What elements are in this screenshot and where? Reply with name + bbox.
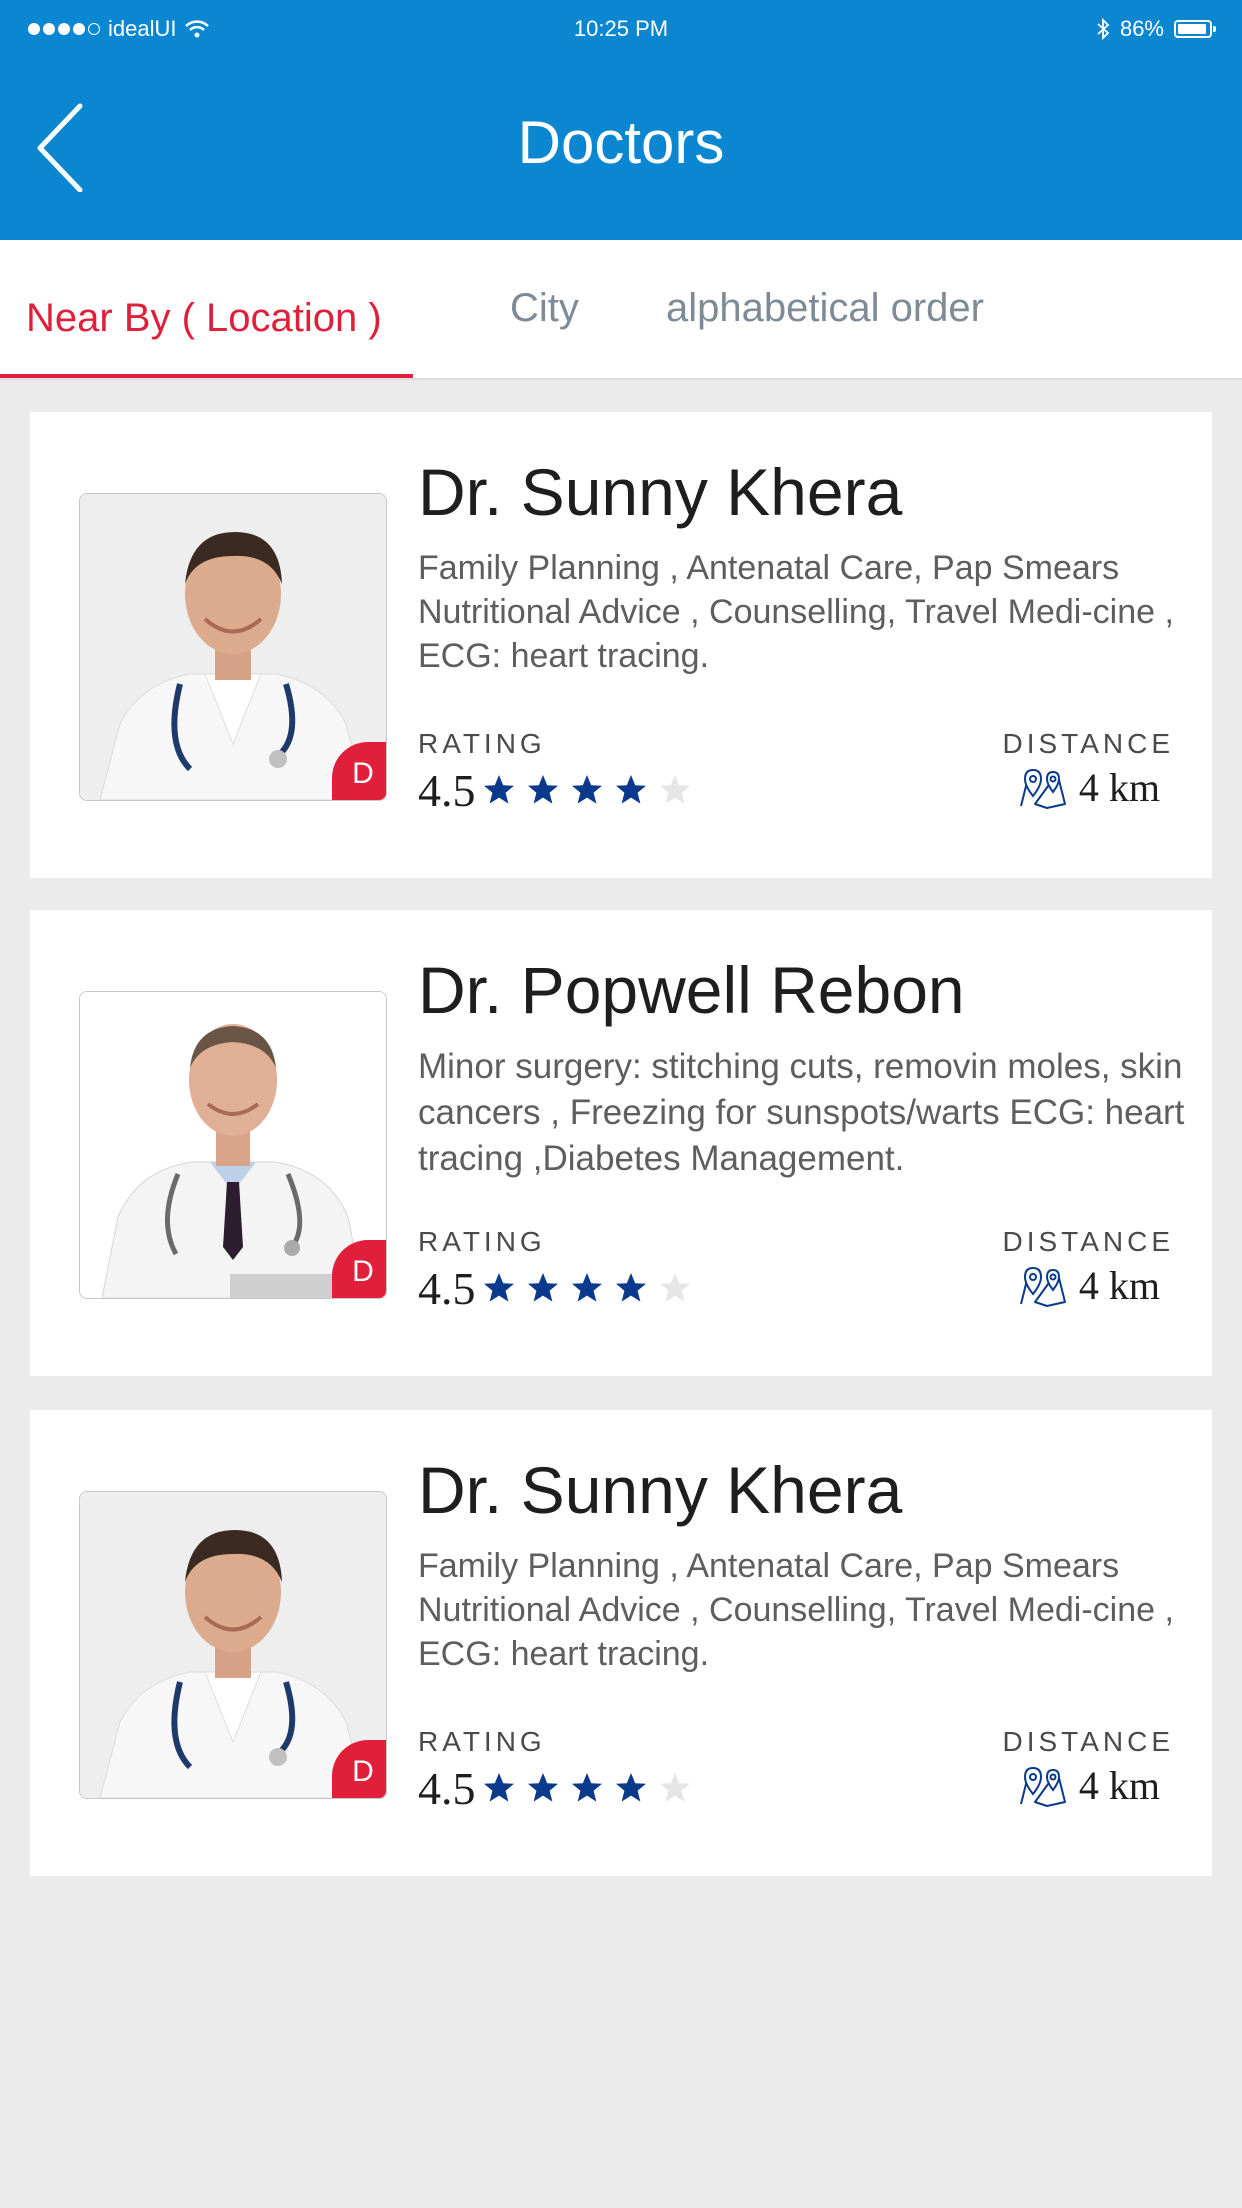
doctor-photo: D bbox=[79, 991, 387, 1299]
doctor-card[interactable]: D Dr. Popwell Rebon Minor surgery: stitc… bbox=[30, 910, 1212, 1376]
doctor-photo: D bbox=[79, 493, 387, 801]
star-filled-icon bbox=[528, 1273, 558, 1302]
rating-value: 4.5 bbox=[418, 1763, 476, 1814]
distance-label: DISTANCE bbox=[1002, 1726, 1174, 1757]
doctor-name: Dr. Sunny Khera bbox=[418, 455, 903, 529]
doctor-specialties: Family Planning , Antenatal Care, Pap Sm… bbox=[418, 549, 1174, 675]
star-filled-icon bbox=[572, 775, 602, 804]
app-header: idealUI 10:25 PM 86% Doctors bbox=[0, 0, 1242, 240]
star-filled-icon bbox=[528, 1773, 558, 1802]
page-title: Doctors bbox=[517, 109, 725, 176]
rating-stars bbox=[483, 1272, 691, 1304]
distance-value: 4 km bbox=[1078, 765, 1160, 810]
distance: 4 km bbox=[1017, 1762, 1160, 1809]
distance-value: 4 km bbox=[1078, 1763, 1160, 1808]
map-pin-icon bbox=[1019, 768, 1066, 809]
star-filled-icon bbox=[616, 775, 646, 804]
map-pin-icon bbox=[1019, 1266, 1066, 1307]
status-time: 10:25 PM bbox=[573, 16, 669, 41]
rating-label: RATING bbox=[418, 1726, 546, 1757]
doctor-specialties: Minor surgery: stitching cuts, removin m… bbox=[418, 1047, 1185, 1178]
distance-value: 4 km bbox=[1078, 1263, 1160, 1308]
doctor-name: Dr. Sunny Khera bbox=[418, 1453, 903, 1527]
filter-tabs: Near By ( Location ) City alphabetical o… bbox=[0, 240, 1242, 380]
doctor-name: Dr. Popwell Rebon bbox=[418, 953, 965, 1027]
tab-near-by[interactable]: Near By ( Location ) bbox=[26, 296, 382, 341]
star-filled-icon bbox=[572, 1773, 602, 1802]
doctor-card[interactable]: D Dr. Sunny Khera Family Planning , Ante… bbox=[30, 412, 1212, 878]
star-filled-icon bbox=[484, 775, 514, 804]
tab-city[interactable]: City bbox=[510, 286, 579, 331]
rating-value: 4.5 bbox=[418, 1263, 476, 1314]
distance-label: DISTANCE bbox=[1002, 1226, 1174, 1257]
star-filled-icon bbox=[484, 1273, 514, 1302]
star-empty-icon bbox=[660, 775, 690, 804]
battery-percent: 86% bbox=[1119, 16, 1164, 41]
rating-label: RATING bbox=[418, 1226, 546, 1257]
rating-value: 4.5 bbox=[418, 765, 476, 816]
star-empty-icon bbox=[660, 1773, 690, 1802]
doctor-card[interactable]: D Dr. Sunny Khera Family Planning , Ante… bbox=[30, 1410, 1212, 1876]
rating-stars bbox=[483, 774, 691, 806]
tab-alphabetical[interactable]: alphabetical order bbox=[666, 286, 984, 331]
doctor-specialties: Family Planning , Antenatal Care, Pap Sm… bbox=[418, 1547, 1174, 1673]
status-bar: idealUI 10:25 PM 86% bbox=[0, 0, 1242, 60]
star-filled-icon bbox=[528, 775, 558, 804]
active-tab-indicator bbox=[0, 374, 413, 378]
star-filled-icon bbox=[616, 1273, 646, 1302]
star-filled-icon bbox=[572, 1273, 602, 1302]
star-filled-icon bbox=[484, 1773, 514, 1802]
star-filled-icon bbox=[616, 1773, 646, 1802]
battery-area: 86% bbox=[1096, 16, 1216, 42]
rating-stars bbox=[483, 1772, 691, 1804]
distance: 4 km bbox=[1017, 1262, 1160, 1309]
bluetooth-icon bbox=[1097, 18, 1110, 40]
distance: 4 km bbox=[1017, 764, 1160, 811]
battery-icon bbox=[1174, 20, 1216, 38]
distance-label: DISTANCE bbox=[1002, 728, 1174, 759]
map-pin-icon bbox=[1019, 1766, 1066, 1807]
doctor-photo: D bbox=[79, 1491, 387, 1799]
star-empty-icon bbox=[660, 1273, 690, 1302]
rating-label: RATING bbox=[418, 728, 546, 759]
